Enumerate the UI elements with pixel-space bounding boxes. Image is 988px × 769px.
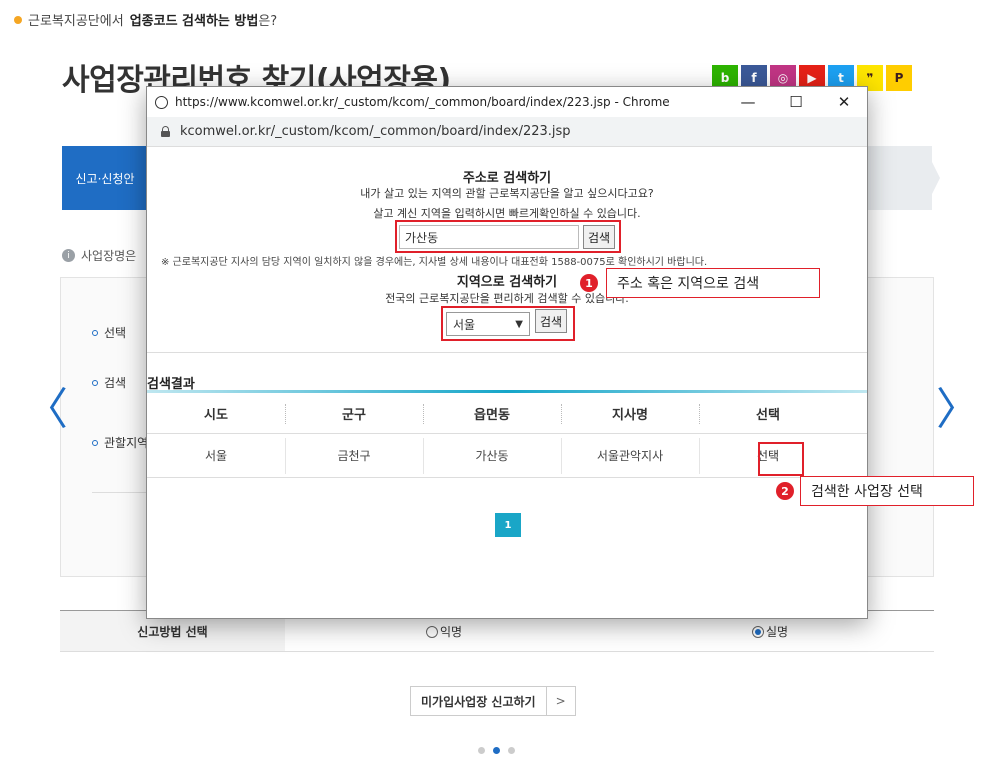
table-header-cell: 군구 (285, 394, 423, 433)
radio-checked-icon[interactable] (752, 625, 764, 638)
bullet-icon (92, 379, 98, 386)
chevron-right-icon[interactable]: 〉 (936, 388, 980, 432)
callout-1: 주소 혹은 지역으로 검색 (606, 268, 820, 298)
minimize-button[interactable]: — (733, 91, 763, 113)
cta-label: 미가입사업장 신고하기 (411, 687, 547, 715)
step-active[interactable]: 신고·신청안 (62, 146, 148, 210)
region-select[interactable]: 서울 ▼ (446, 312, 530, 336)
bullet-dot-icon (14, 15, 22, 24)
callout-1-badge: 1 (580, 274, 598, 292)
radio-label: 익명 (440, 625, 463, 639)
question-bold: 업종코드 검색하는 방법 (129, 14, 259, 29)
carousel-dot[interactable] (508, 747, 515, 754)
table-header-row: 시도 군구 읍면동 지사명 선택 (147, 394, 867, 434)
window-title: https://www.kcomwel.or.kr/_custom/kcom/_… (175, 95, 670, 109)
table-cell-dong: 가산동 (423, 434, 561, 477)
table-header-cell: 읍면동 (423, 394, 561, 433)
address-url[interactable]: kcomwel.or.kr/_custom/kcom/_common/board… (180, 124, 571, 139)
close-button[interactable]: ✕ (829, 91, 859, 113)
form-row-search: 검색 (92, 374, 126, 391)
chevron-left-icon[interactable]: 〈 (24, 388, 68, 432)
radio-icon[interactable] (426, 625, 438, 638)
carousel-dot-active[interactable] (493, 747, 500, 754)
page-button-active[interactable]: 1 (495, 513, 521, 537)
address-search-button[interactable]: 검색 (583, 225, 616, 249)
radio-anonymous[interactable]: 익명 (426, 623, 462, 640)
address-search-title: 주소로 검색하기 (462, 171, 552, 186)
highlight-select (758, 442, 804, 476)
results-divider (147, 390, 867, 393)
form-row-label: 검색 (104, 376, 127, 390)
window-titlebar: https://www.kcomwel.or.kr/_custom/kcom/_… (147, 87, 867, 117)
table-header-cell: 지사명 (561, 394, 699, 433)
divider (147, 352, 867, 353)
divider (92, 492, 152, 493)
globe-icon (155, 95, 168, 109)
callout-2: 검색한 사업장 선택 (800, 476, 974, 506)
carousel-dot[interactable] (478, 747, 485, 754)
table-cell-branch: 서울관악지사 (561, 434, 699, 477)
question-suffix: 은? (258, 14, 278, 29)
form-row-region: 관할지역 (92, 434, 148, 451)
question-prefix: 근로복지공단에서 (28, 14, 124, 29)
address-bar[interactable]: kcomwel.or.kr/_custom/kcom/_common/board… (147, 117, 867, 147)
bullet-icon (92, 329, 98, 336)
chevron-right-icon: > (555, 694, 566, 708)
maximize-button[interactable]: ☐ (781, 91, 811, 113)
page-note: i 사업장명은 (62, 247, 136, 264)
table-header-cell: 시도 (204, 408, 228, 423)
warning-text: ※ 근로복지공단 지사의 담당 지역이 일치하지 않을 경우에는, 지사별 상세… (161, 257, 708, 268)
radio-realname[interactable]: 실명 (752, 623, 788, 640)
bullet-icon (92, 439, 98, 446)
form-row-select: 선택 (92, 324, 126, 341)
kakaostory-icon[interactable]: P (886, 65, 912, 91)
carousel-dots (478, 747, 515, 754)
table-cell-sido: 서울 (204, 449, 228, 463)
table-header-cell: 선택 (699, 394, 837, 433)
note-text: 사업장명은 (81, 249, 137, 263)
region-search-button[interactable]: 검색 (535, 309, 568, 333)
lock-icon (161, 126, 170, 137)
info-icon: i (62, 249, 75, 262)
chevron-down-icon: ▼ (515, 318, 523, 330)
form-row-label: 선택 (104, 326, 127, 340)
form-row-label: 관할지역 (104, 436, 149, 450)
popup-window: https://www.kcomwel.or.kr/_custom/kcom/_… (146, 86, 868, 619)
report-unregistered-button[interactable]: 미가입사업장 신고하기 > (410, 686, 576, 716)
page-question: 근로복지공단에서 업종코드 검색하는 방법 은? (14, 10, 277, 29)
callout-2-badge: 2 (776, 482, 794, 500)
table-cell-gungu: 금천구 (285, 434, 423, 477)
address-search-desc1: 내가 살고 있는 지역의 관할 근로복지공단을 알고 싶으시다고요? (360, 187, 654, 200)
step-arrow-icon (924, 146, 940, 210)
address-search-input[interactable] (399, 225, 579, 249)
radio-label: 실명 (766, 625, 789, 639)
region-select-value: 서울 (453, 317, 476, 332)
address-search-desc2: 살고 계신 지역을 입력하시면 빠르게확인하실 수 있습니다. (373, 207, 641, 220)
